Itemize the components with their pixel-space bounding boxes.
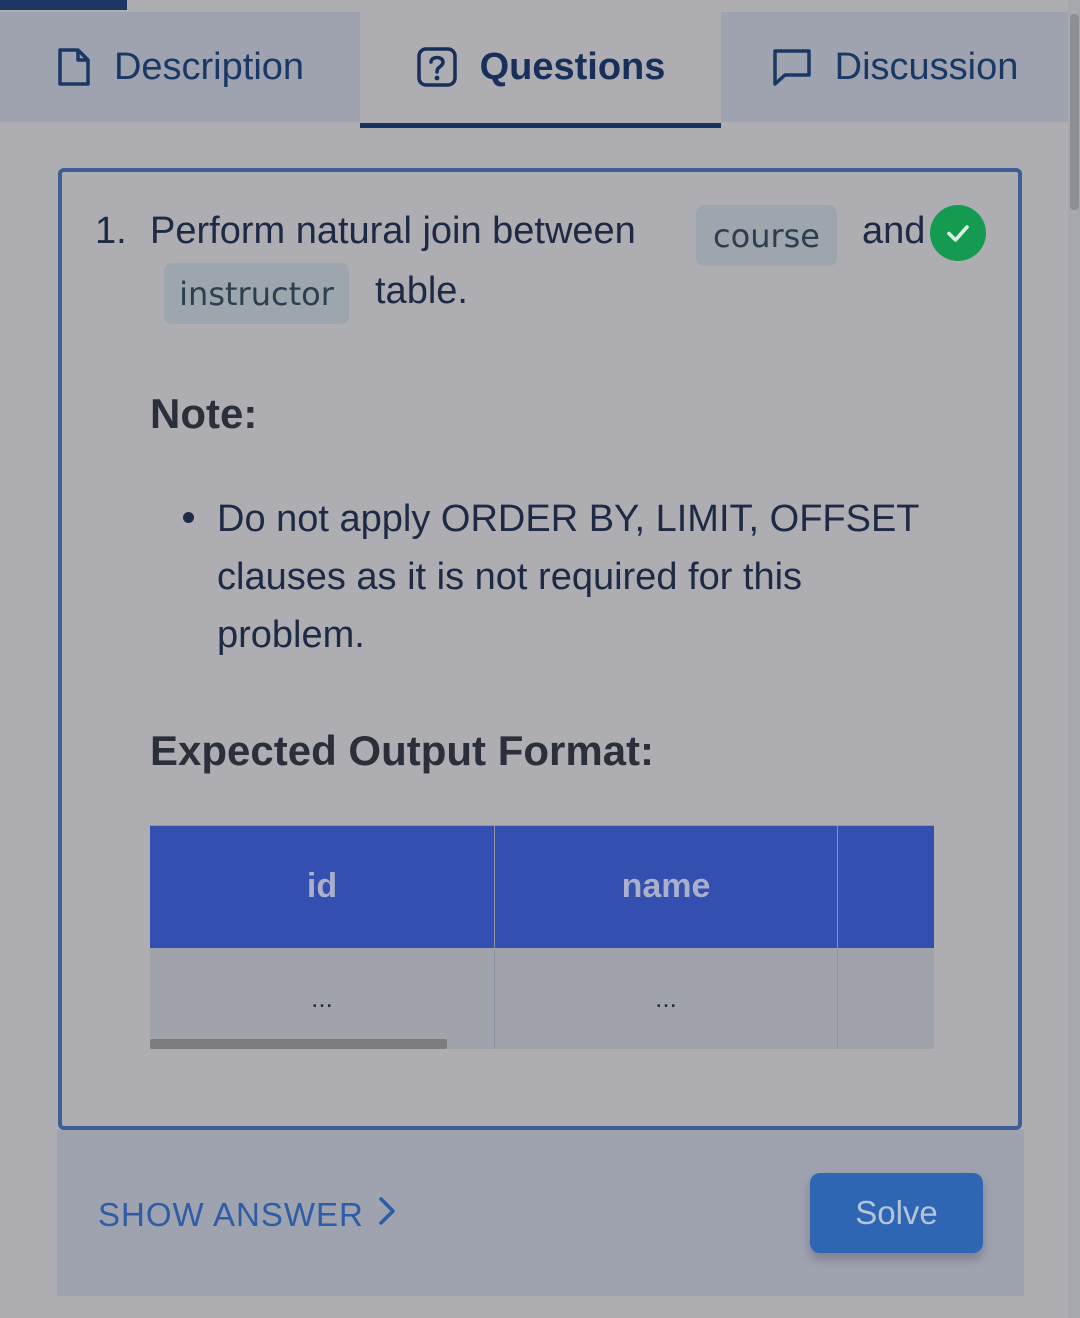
question-text-after: table. [375,270,468,312]
note-heading: Note: [150,390,258,437]
tab-description-label: Description [113,45,305,88]
solve-button[interactable]: Solve [810,1173,983,1253]
question-number: 1. [95,210,127,252]
show-answer-link[interactable]: SHOW ANSWER [98,1196,396,1234]
tab-discussion-label: Discussion [834,45,1019,88]
table-header-name: name [495,825,837,948]
expected-output-heading: Expected Output Format: [150,727,655,774]
tab-questions-label: Questions [479,45,666,88]
table-header-id: id [150,825,494,948]
table-cell [838,948,934,1049]
chat-icon [771,46,813,88]
top-accent-bar [0,0,127,10]
table-top-border [150,825,934,826]
column-divider [837,825,838,1049]
tab-description[interactable]: Description [0,12,360,122]
table-cell: ... [150,948,494,1049]
output-table: id name ... ... [150,825,934,1049]
code-instructor: instructor [164,263,349,324]
code-course: course [696,205,837,266]
document-icon [56,46,92,88]
bullet-dot [183,512,194,523]
question-icon [416,46,458,88]
page-scrollbar[interactable] [1068,0,1080,1318]
table-header-extra [838,825,934,948]
question-text-before: Perform natural join between [150,210,636,252]
check-circle-icon [930,205,986,261]
tab-bar: Description Questions Discussion [0,12,1068,128]
table-horizontal-scrollbar[interactable] [150,1039,447,1049]
chevron-right-icon [378,1196,396,1234]
page-scrollbar-thumb[interactable] [1070,14,1079,210]
show-answer-label: SHOW ANSWER [98,1196,364,1233]
tab-questions[interactable]: Questions [360,12,721,128]
question-text-middle: and [862,210,926,252]
column-divider [494,825,495,1049]
tab-discussion[interactable]: Discussion [721,12,1068,122]
note-item: Do not apply ORDER BY, LIMIT, OFFSET cla… [217,498,919,656]
table-cell: ... [495,948,837,1049]
